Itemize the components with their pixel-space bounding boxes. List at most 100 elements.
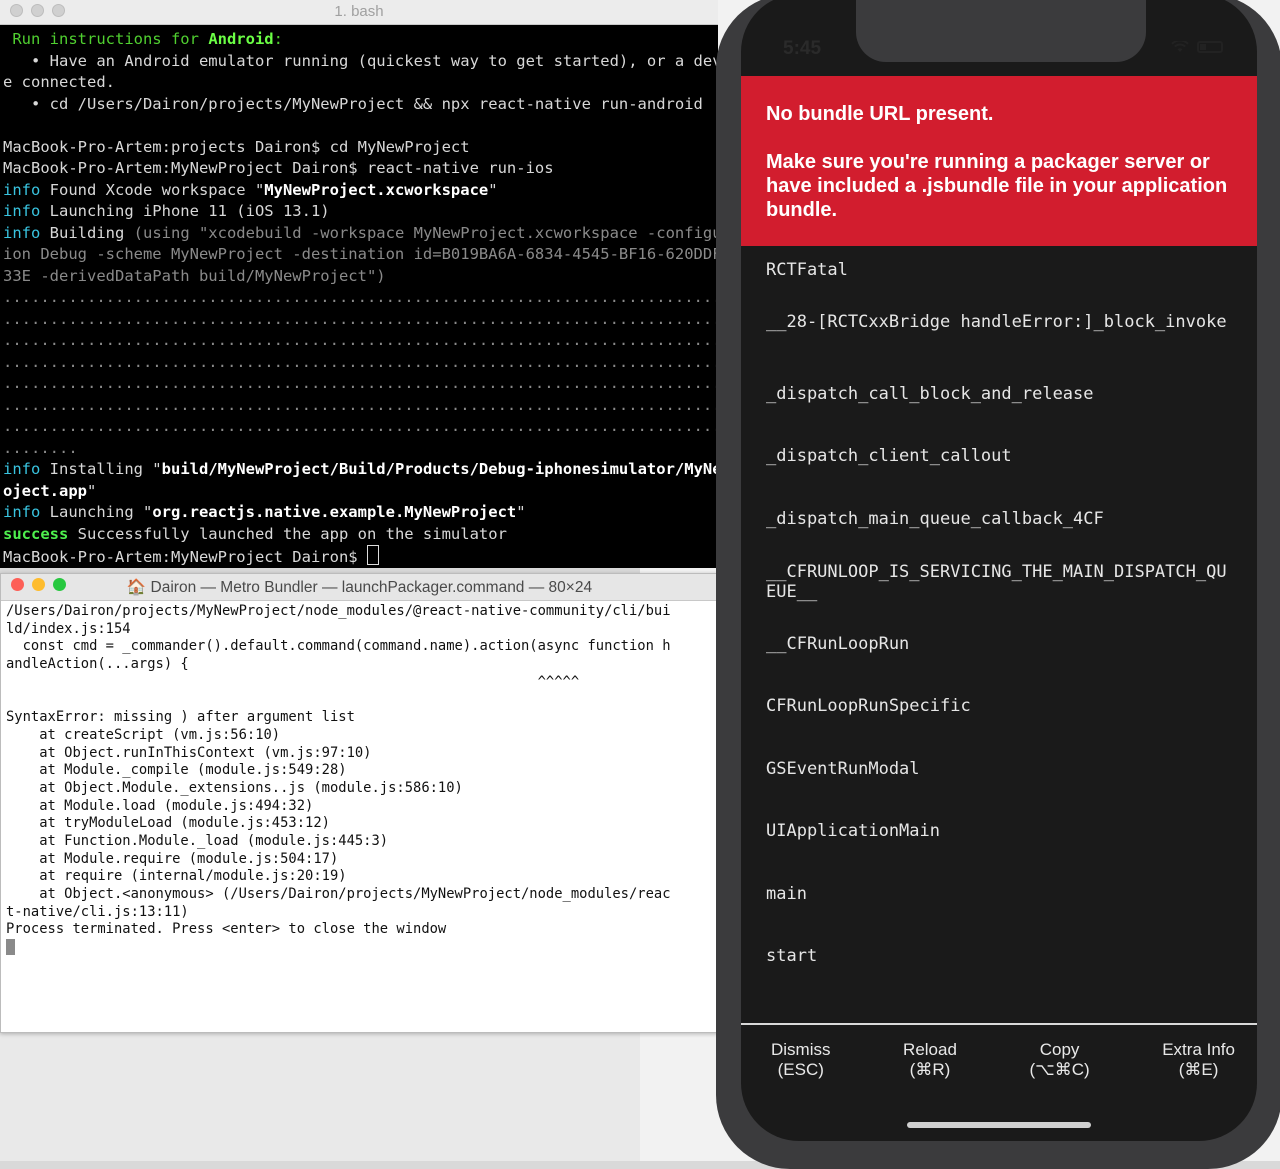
button-label: Copy — [1039, 1040, 1080, 1059]
terminal-line: info Installing "build/MyNewProject/Buil… — [3, 459, 718, 481]
terminal-line: MacBook-Pro-Artem:MyNewProject Dairon$ — [3, 545, 712, 567]
terminal-line: at Module._compile (module.js:549:28) — [6, 762, 347, 779]
terminal-text: MacBook-Pro-Artem:MyNewProject Dairon$ r… — [3, 159, 554, 177]
copy-button[interactable]: Copy (⌥⌘C) — [1029, 1040, 1089, 1080]
terminal-line: ........................................… — [3, 395, 718, 417]
terminal-text: success — [3, 524, 69, 543]
stack-frame[interactable]: __CFRUNLOOP_IS_SERVICING_THE_MAIN_DISPAT… — [766, 562, 1236, 602]
redbox-buttons: Dismiss (ESC) Reload (⌘R) Copy (⌥⌘C) Extra Inf… — [741, 1040, 1257, 1080]
terminal-titlebar[interactable]: 1. bash — [0, 0, 718, 25]
terminal-line: ........................................… — [3, 373, 718, 395]
terminal-text: Launching iPhone 11 (iOS 13.1) — [40, 202, 330, 220]
terminal-text: MacBook-Pro-Artem:projects Dairon$ cd My… — [3, 137, 470, 156]
terminal-line: e connected. — [3, 72, 712, 94]
terminal-line: ........................................… — [3, 287, 718, 309]
extra-info-button[interactable]: Extra Info (⌘E) — [1162, 1040, 1235, 1080]
terminal-cursor — [366, 545, 379, 565]
terminal-line: at Object.<anonymous> (/Users/Dairon/pro… — [6, 886, 671, 902]
terminal-text: ........................................… — [3, 352, 718, 371]
stack-frame[interactable]: _dispatch_call_block_and_release — [766, 384, 1236, 404]
terminal-line: ........................................… — [3, 416, 718, 438]
terminal-window-bash[interactable]: 1. bash Run instructions for Android: • … — [0, 0, 718, 568]
terminal-text: ........................................… — [3, 331, 718, 349]
notch — [856, 0, 1146, 62]
terminal-text: ........................................… — [3, 288, 718, 306]
battery-icon — [1197, 41, 1223, 53]
status-icons — [1171, 41, 1223, 53]
terminal-text: ........................................… — [3, 374, 718, 392]
error-message: Make sure you're running a packager serv… — [766, 151, 1228, 221]
terminal-text: Android — [208, 30, 274, 48]
terminal-text: " — [516, 503, 526, 521]
terminal-line: t-native/cli.js:13:11) — [6, 903, 189, 920]
terminal-line: info Building (using "xcodebuild -worksp… — [3, 223, 718, 245]
terminal-line: at Function.Module._load (module.js:445:… — [6, 832, 389, 849]
button-label: Extra Info — [1162, 1040, 1235, 1059]
terminal-line: • cd /Users/Dairon/projects/MyNewProject… — [3, 94, 712, 116]
button-label: Dismiss — [771, 1040, 831, 1059]
terminal-text: " — [87, 481, 97, 500]
terminal-line: ........................................… — [3, 330, 718, 352]
terminal-line: at Object.Module._extensions..js (module… — [6, 779, 463, 796]
terminal-line: Run instructions for Android: — [3, 29, 712, 51]
terminal-text: info — [3, 503, 41, 521]
terminal-line: info Launching iPhone 11 (iOS 13.1) — [3, 201, 712, 223]
terminal-text: Found Xcode workspace " — [40, 180, 265, 199]
terminal-line: andleAction(...args) { — [6, 656, 189, 673]
terminal-line: 33E -derivedDataPath build/MyNewProject"… — [3, 266, 712, 288]
terminal-line: success Successfully launched the app on… — [3, 524, 712, 546]
terminal-line: at Module.load (module.js:494:32) — [6, 797, 314, 814]
terminal-text: Run instructions for — [3, 30, 209, 48]
button-shortcut: (⌥⌘C) — [1029, 1060, 1090, 1079]
terminal-line: • Have an Android emulator running (quic… — [3, 51, 718, 73]
terminal-line: info Found Xcode workspace "MyNewProject… — [3, 180, 712, 202]
terminal-line: ^^^^^ — [6, 673, 580, 690]
window-title: 1. bash — [334, 3, 384, 20]
terminal-line: ion Debug -scheme MyNewProject -destinat… — [3, 244, 718, 266]
stack-frame[interactable]: _dispatch_client_callout — [766, 446, 1236, 466]
terminal-line: MacBook-Pro-Artem:MyNewProject Dairon$ r… — [3, 158, 712, 180]
divider — [741, 1023, 1257, 1025]
terminal-output[interactable]: Run instructions for Android: • Have an … — [0, 25, 718, 567]
button-shortcut: (⌘E) — [1178, 1060, 1219, 1079]
stack-frame[interactable]: start — [766, 946, 1236, 966]
terminal-line: MacBook-Pro-Artem:projects Dairon$ cd My… — [3, 137, 712, 159]
terminal-window-metro[interactable]: 🏠 Dairon — Metro Bundler — launchPackage… — [0, 573, 719, 1033]
error-title: No bundle URL present. — [766, 103, 994, 125]
terminal-titlebar[interactable]: 🏠 Dairon — Metro Bundler — launchPackage… — [1, 574, 718, 601]
dismiss-button[interactable]: Dismiss (ESC) — [771, 1040, 831, 1080]
stack-frame[interactable]: _dispatch_main_queue_callback_4CF — [766, 509, 1236, 529]
simulator-screen[interactable]: 5:45 No bundle URL present. Make sure yo… — [741, 0, 1257, 1141]
button-label: Reload — [903, 1040, 957, 1059]
stack-frame[interactable]: CFRunLoopRunSpecific — [766, 696, 1236, 716]
wifi-icon — [1171, 41, 1189, 52]
terminal-text: 33E -derivedDataPath build/MyNewProject"… — [3, 266, 386, 285]
terminal-text: ........ — [3, 438, 78, 457]
terminal-line: at tryModuleLoad (module.js:453:12) — [6, 815, 330, 832]
stack-frame[interactable]: __CFRunLoopRun — [766, 634, 1236, 654]
terminal-line: ........................................… — [3, 352, 718, 374]
stack-frame[interactable]: main — [766, 884, 1236, 904]
stack-frame[interactable]: RCTFatal — [766, 260, 1236, 280]
terminal-line: at Object.runInThisContext (vm.js:97:10) — [6, 744, 372, 761]
reload-button[interactable]: Reload (⌘R) — [903, 1040, 957, 1080]
terminal-cursor — [6, 939, 15, 956]
stack-frame[interactable]: GSEventRunModal — [766, 759, 1236, 779]
terminal-text: : — [273, 30, 283, 48]
window-title: 🏠 Dairon — Metro Bundler — launchPackage… — [1, 578, 718, 597]
terminal-text: MyNewProject.xcworkspace — [264, 180, 489, 199]
terminal-text: e connected. — [3, 73, 115, 91]
stack-frame[interactable]: UIApplicationMain — [766, 821, 1236, 841]
stack-frame[interactable]: __28-[RCTCxxBridge handleError:]_block_i… — [766, 312, 1236, 332]
error-banner: No bundle URL present. Make sure you're … — [741, 76, 1257, 246]
window-title-text: Dairon — Metro Bundler — launchPackager.… — [150, 579, 593, 596]
terminal-text: (using "xcodebuild -workspace MyNewProje… — [133, 223, 718, 242]
terminal-text: " — [488, 180, 498, 199]
terminal-line: ........ — [3, 438, 712, 460]
terminal-output[interactable]: /Users/Dairon/projects/MyNewProject/node… — [1, 601, 718, 958]
terminal-line: oject.app" — [3, 481, 712, 503]
home-icon: 🏠 — [126, 579, 151, 596]
status-time: 5:45 — [783, 38, 822, 59]
terminal-line: /Users/Dairon/projects/MyNewProject/node… — [6, 603, 671, 619]
